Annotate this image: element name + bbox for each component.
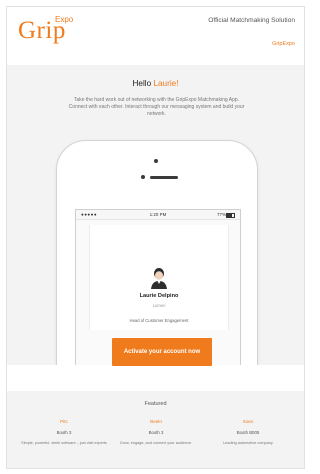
featured-booth: Booth 3 bbox=[56, 430, 72, 435]
gripexpo-logo[interactable]: Grip Expo bbox=[18, 15, 73, 45]
featured-item[interactable]: Beeln Booth 3 Grow, engage, and connect … bbox=[111, 419, 201, 446]
tagline: Official Matchmaking Solution bbox=[208, 17, 295, 24]
phone-camera bbox=[141, 175, 145, 179]
featured-description: Simple, powerful, sleek software – just … bbox=[21, 441, 107, 445]
greeting-prefix: Hello bbox=[132, 79, 154, 88]
phone-mockup: ●●●●● 1:20 PM 77% Laurie Delpino Lumen H… bbox=[56, 140, 258, 365]
avatar bbox=[147, 265, 171, 289]
featured-category: Beeln bbox=[150, 419, 162, 424]
brand-link[interactable]: GripExpo bbox=[272, 41, 295, 47]
profile-company: Lumen bbox=[152, 303, 166, 308]
battery-icon bbox=[226, 212, 235, 218]
header: Grip Expo Official Matchmaking Solution … bbox=[7, 7, 304, 65]
email-page: Grip Expo Official Matchmaking Solution … bbox=[6, 6, 305, 469]
cta-section: Activate your account now bbox=[7, 338, 304, 391]
featured-description: Grow, engage, and connect your audience. bbox=[119, 441, 193, 445]
featured-section: Featured Pitc Booth 3 Simple, powerful, … bbox=[7, 391, 304, 468]
featured-item[interactable]: Soex Booth B005 Leading automotive compa… bbox=[203, 419, 293, 446]
profile-title: Head of Customer Engagement bbox=[129, 318, 189, 323]
status-bar: ●●●●● 1:20 PM 77% bbox=[76, 210, 240, 220]
featured-heading: Featured bbox=[144, 401, 167, 407]
profile-card: Laurie Delpino Lumen Head of Customer En… bbox=[89, 225, 229, 330]
intro-text: Take the hard work out of networking wit… bbox=[68, 97, 245, 117]
status-time: 1:20 PM bbox=[149, 212, 167, 217]
hero-section: Hello Laurie! Take the hard work out of … bbox=[7, 65, 304, 365]
featured-category: Pitc bbox=[60, 419, 68, 424]
profile-name: Laurie Delpino bbox=[139, 293, 179, 299]
featured-description: Leading automotive company bbox=[223, 441, 273, 445]
featured-category: Soex bbox=[242, 419, 254, 424]
battery-level: 77% bbox=[216, 212, 226, 217]
phone-speaker bbox=[150, 176, 178, 179]
greeting: Hello Laurie! bbox=[7, 79, 304, 88]
activate-account-button[interactable]: Activate your account now bbox=[112, 338, 212, 366]
logo-superscript: Expo bbox=[55, 15, 74, 24]
phone-sensor bbox=[154, 159, 158, 163]
featured-booth: Booth B005 bbox=[236, 430, 260, 435]
greeting-name: Laurie! bbox=[153, 79, 179, 88]
featured-item[interactable]: Pitc Booth 3 Simple, powerful, sleek sof… bbox=[19, 419, 109, 446]
featured-booth: Booth 3 bbox=[148, 430, 164, 435]
